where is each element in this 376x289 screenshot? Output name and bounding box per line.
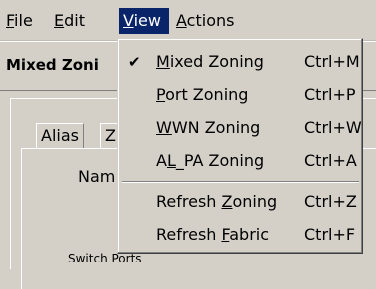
menu-item-accelerator: Ctrl+A — [304, 151, 357, 170]
menu-item-accelerator: Ctrl+W — [304, 118, 362, 137]
menu-view[interactable]: View — [119, 8, 169, 34]
view-menu-dropdown: ✔ Mixed Zoning Ctrl+M Port Zoning Ctrl+P… — [117, 38, 363, 254]
tab-zone-label: Z — [105, 126, 116, 145]
tab-alias-label: Alias — [41, 126, 79, 145]
menu-item-label: Refresh Fabric — [156, 225, 270, 244]
menu-item-label: Refresh Zoning — [156, 192, 278, 211]
menu-view-label: View — [123, 11, 161, 30]
menu-separator — [122, 181, 359, 183]
tab-alias[interactable]: Alias — [36, 123, 84, 148]
menu-item-port-zoning[interactable]: Port Zoning Ctrl+P — [122, 80, 359, 110]
menu-item-mixed-zoning[interactable]: ✔ Mixed Zoning Ctrl+M — [122, 47, 360, 77]
menu-item-accelerator: Ctrl+Z — [304, 192, 357, 211]
menu-actions[interactable]: Actions — [172, 8, 238, 34]
menu-item-label: Mixed Zoning — [156, 52, 264, 71]
menu-edit[interactable]: Edit — [50, 8, 89, 34]
menu-item-refresh-fabric[interactable]: Refresh Fabric Ctrl+F — [122, 220, 359, 250]
menu-item-label: Port Zoning — [156, 85, 249, 104]
panel-title: Mixed Zoni — [6, 56, 99, 74]
menu-item-refresh-zoning[interactable]: Refresh Zoning Ctrl+Z — [122, 187, 359, 217]
menu-item-label: WWN Zoning — [156, 118, 261, 137]
menu-item-accelerator: Ctrl+P — [304, 85, 356, 104]
menu-item-accelerator: Ctrl+M — [304, 52, 360, 71]
menu-file[interactable]: File — [2, 8, 37, 34]
name-label: Nam — [78, 167, 116, 186]
menu-item-wwn-zoning[interactable]: WWN Zoning Ctrl+W — [122, 113, 362, 143]
checkmark-icon: ✔ — [128, 53, 141, 71]
menu-file-label: File — [6, 11, 33, 30]
menu-bar: File Edit View Actions — [0, 0, 376, 41]
menu-actions-label: Actions — [176, 11, 235, 30]
menu-item-label: AL_PA Zoning — [156, 151, 265, 170]
menu-edit-label: Edit — [54, 11, 85, 30]
menu-item-alpa-zoning[interactable]: AL_PA Zoning Ctrl+A — [122, 146, 359, 176]
menu-item-accelerator: Ctrl+F — [304, 225, 356, 244]
